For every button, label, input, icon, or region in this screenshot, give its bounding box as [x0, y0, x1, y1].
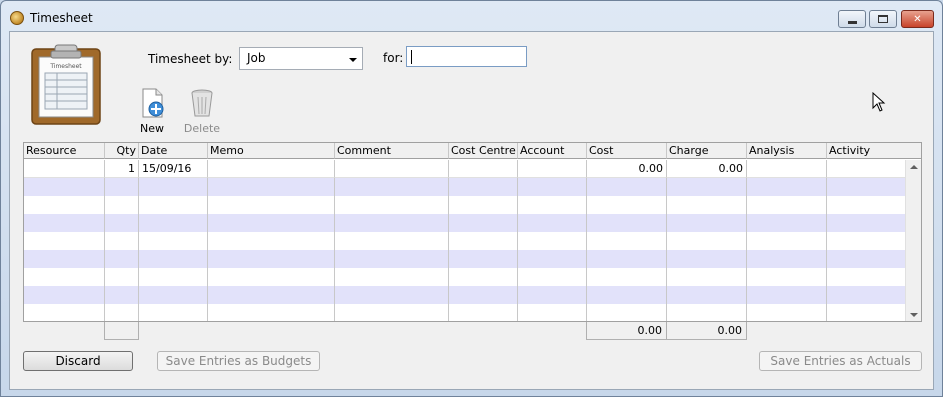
column-divider: [448, 160, 449, 321]
col-header-cost-centre[interactable]: Cost Centre: [449, 143, 518, 159]
vertical-scrollbar[interactable]: [905, 160, 921, 321]
text-caret: [411, 50, 412, 64]
cell-analysis[interactable]: [747, 160, 827, 178]
save-entries-as-actuals-button[interactable]: Save Entries as Actuals: [759, 351, 922, 371]
new-button-label: New: [140, 122, 164, 135]
qty-total-box: [104, 322, 139, 340]
col-header-account[interactable]: Account: [518, 143, 587, 159]
table-row[interactable]: [24, 286, 906, 304]
window-title: Timesheet: [30, 11, 93, 25]
cell-cost[interactable]: 0.00: [587, 160, 667, 178]
cell-activity[interactable]: [827, 160, 906, 178]
maximize-button[interactable]: [869, 10, 897, 28]
minimize-icon: [847, 20, 857, 24]
cost-total: 0.00: [586, 322, 667, 340]
column-divider: [826, 160, 827, 321]
trash-icon: [191, 89, 213, 117]
table-row[interactable]: [24, 196, 906, 214]
minimize-button[interactable]: [838, 10, 866, 28]
col-header-comment[interactable]: Comment: [335, 143, 449, 159]
clipboard-icon: Timesheet: [31, 44, 101, 125]
table-row[interactable]: [24, 214, 906, 232]
cell-qty[interactable]: 1: [105, 160, 139, 178]
column-divider: [138, 160, 139, 321]
client-area: Timesheet Timesheet by: Job for: New Del…: [9, 31, 934, 390]
column-divider: [334, 160, 335, 321]
charge-total: 0.00: [666, 322, 747, 340]
timesheet-by-value: Job: [247, 51, 266, 65]
for-input[interactable]: [406, 46, 527, 67]
column-divider: [746, 160, 747, 321]
column-divider: [517, 160, 518, 321]
column-divider: [104, 160, 105, 321]
timesheet-by-select[interactable]: Job: [239, 47, 363, 70]
col-header-activity[interactable]: Activity: [827, 143, 921, 159]
col-header-resource[interactable]: Resource: [24, 143, 105, 159]
col-header-charge[interactable]: Charge: [667, 143, 747, 159]
save-entries-as-budgets-button[interactable]: Save Entries as Budgets: [157, 351, 320, 371]
timesheet-by-label: Timesheet by:: [148, 52, 233, 66]
chevron-down-icon: [349, 58, 357, 62]
delete-button-label: Delete: [183, 122, 221, 135]
cell-account[interactable]: [518, 160, 587, 178]
col-header-memo[interactable]: Memo: [208, 143, 335, 159]
title-bar[interactable]: Timesheet ✕: [1, 1, 942, 31]
column-divider: [666, 160, 667, 321]
maximize-icon: [878, 15, 888, 23]
app-icon: [10, 11, 24, 25]
cell-cost-centre[interactable]: [449, 160, 518, 178]
column-divider: [586, 160, 587, 321]
new-document-icon: [142, 88, 164, 118]
col-header-date[interactable]: Date: [139, 143, 208, 159]
cell-comment[interactable]: [335, 160, 449, 178]
table-row[interactable]: [24, 250, 906, 268]
delete-button[interactable]: Delete: [183, 87, 221, 135]
cell-charge[interactable]: 0.00: [667, 160, 747, 178]
clipboard-label: Timesheet: [49, 63, 82, 70]
col-header-analysis[interactable]: Analysis: [747, 143, 827, 159]
table-row[interactable]: [24, 304, 906, 321]
for-label: for:: [383, 51, 404, 65]
col-header-qty[interactable]: Qty: [105, 143, 139, 159]
mouse-pointer-icon: [872, 92, 886, 112]
timesheet-grid[interactable]: Resource Qty Date Memo Comment Cost Cent…: [23, 142, 922, 322]
table-row[interactable]: [24, 232, 906, 250]
table-row[interactable]: [24, 178, 906, 196]
scroll-up-icon[interactable]: [910, 165, 918, 169]
cell-resource[interactable]: [24, 160, 105, 178]
scroll-down-icon[interactable]: [910, 313, 918, 317]
close-icon: ✕: [913, 13, 922, 25]
timesheet-window: Timesheet ✕ Timesheet Timesheet by: Job …: [0, 0, 943, 397]
discard-button[interactable]: Discard: [23, 351, 133, 371]
new-button[interactable]: New: [134, 87, 170, 135]
close-button[interactable]: ✕: [901, 10, 934, 28]
cell-memo[interactable]: [208, 160, 335, 178]
col-header-cost[interactable]: Cost: [587, 143, 667, 159]
column-divider: [207, 160, 208, 321]
table-row[interactable]: [24, 268, 906, 286]
cell-date[interactable]: 15/09/16: [139, 160, 208, 178]
